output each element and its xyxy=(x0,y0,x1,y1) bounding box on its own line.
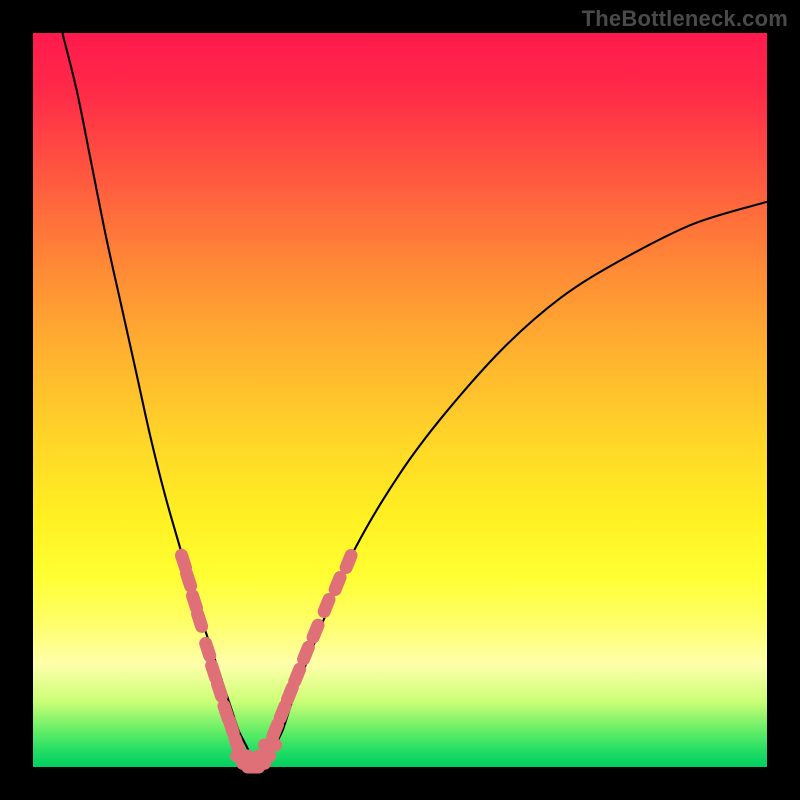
plot-area xyxy=(33,33,767,767)
chart-svg xyxy=(33,33,767,767)
data-marker xyxy=(189,606,209,635)
data-marker xyxy=(178,565,198,594)
data-marker xyxy=(198,635,218,664)
marker-group-left xyxy=(173,547,247,759)
watermark-text: TheBottleneck.com xyxy=(582,6,788,32)
marker-group-right xyxy=(264,547,359,745)
bottleneck-curve-path xyxy=(62,33,767,767)
chart-stage: TheBottleneck.com xyxy=(0,0,800,800)
